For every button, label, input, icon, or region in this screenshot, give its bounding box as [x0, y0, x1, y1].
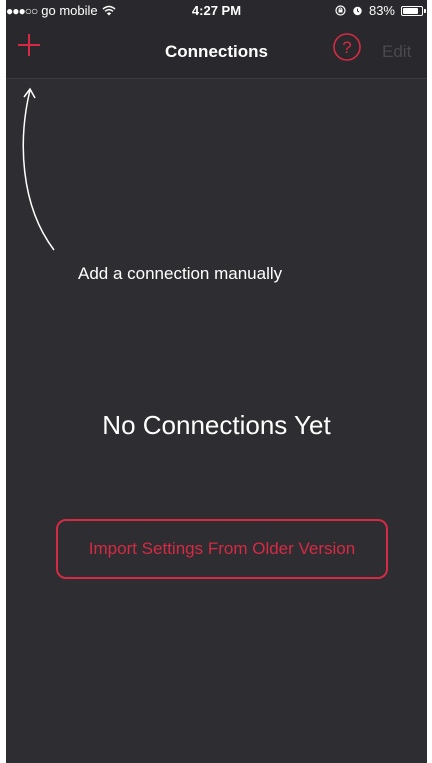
add-connection-hint: Add a connection manually — [78, 264, 283, 283]
curved-arrow-icon — [22, 87, 55, 251]
question-mark-icon: ? — [342, 38, 351, 57]
status-bar: ●●●○○ go mobile 4:27 PM 83% — [6, 0, 427, 22]
alarm-icon — [353, 6, 362, 16]
empty-state-title: No Connections Yet — [102, 410, 331, 440]
edit-button[interactable]: Edit — [382, 42, 411, 62]
page-title: Connections — [165, 42, 268, 61]
battery-icon — [401, 5, 426, 16]
app-screen: ●●●○○ go mobile 4:27 PM 83% Connections … — [6, 0, 427, 763]
battery-nub — [424, 8, 426, 13]
rotation-lock-icon — [335, 5, 346, 16]
import-settings-button[interactable]: Import Settings From Older Version — [56, 519, 388, 579]
battery-fill — [403, 7, 418, 14]
status-right: 83% — [335, 3, 426, 18]
help-button[interactable]: ? — [332, 32, 362, 62]
navigation-bar: Connections ? Edit — [6, 22, 427, 79]
battery-percent: 83% — [368, 3, 395, 18]
